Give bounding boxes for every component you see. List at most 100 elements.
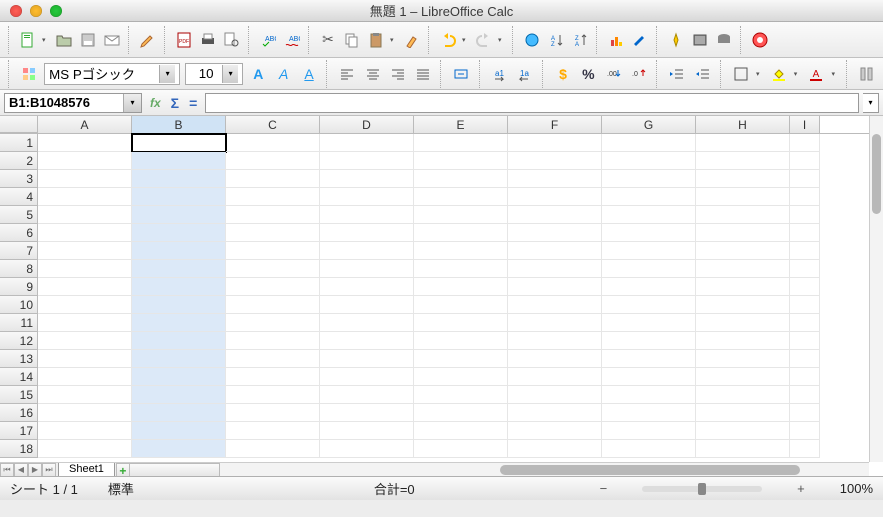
align-justify-icon[interactable] (413, 63, 433, 85)
cell-reference-input[interactable] (5, 94, 123, 112)
navigator-icon[interactable] (666, 30, 686, 50)
chart-icon[interactable] (606, 30, 626, 50)
font-size-input[interactable] (190, 65, 222, 83)
cell[interactable] (696, 152, 790, 170)
show-draw-functions-icon[interactable] (630, 30, 650, 50)
cell[interactable] (414, 404, 508, 422)
cell[interactable] (320, 386, 414, 404)
paste-icon[interactable] (366, 30, 386, 50)
cell[interactable] (790, 188, 820, 206)
cell[interactable] (226, 296, 320, 314)
hyperlink-icon[interactable] (522, 30, 542, 50)
cell[interactable] (508, 134, 602, 152)
align-center-icon[interactable] (362, 63, 382, 85)
row-header[interactable]: 2 (0, 152, 38, 170)
autospellcheck-icon[interactable]: ABC (282, 30, 302, 50)
cell[interactable] (132, 386, 226, 404)
cell[interactable] (696, 134, 790, 152)
cell[interactable] (602, 404, 696, 422)
cell[interactable] (696, 278, 790, 296)
cell[interactable] (38, 404, 132, 422)
cell[interactable] (508, 278, 602, 296)
cell[interactable] (508, 404, 602, 422)
cell[interactable] (602, 170, 696, 188)
tab-splitter[interactable] (130, 463, 220, 477)
cell[interactable] (320, 152, 414, 170)
cell[interactable] (226, 188, 320, 206)
cell[interactable] (132, 170, 226, 188)
cell[interactable] (696, 188, 790, 206)
row-header[interactable]: 6 (0, 224, 38, 242)
cell[interactable] (320, 440, 414, 458)
cell[interactable] (320, 350, 414, 368)
chevron-down-icon[interactable]: ▾ (123, 94, 141, 112)
copy-icon[interactable] (342, 30, 362, 50)
cell[interactable] (696, 170, 790, 188)
print-preview-icon[interactable] (222, 30, 242, 50)
row-header[interactable]: 15 (0, 386, 38, 404)
new-doc-icon[interactable] (18, 30, 38, 50)
font-name-combo[interactable]: ▾ (44, 63, 180, 85)
cell[interactable] (508, 224, 602, 242)
cell[interactable] (38, 188, 132, 206)
zoom-in-icon[interactable]: + (792, 481, 810, 496)
cell[interactable] (38, 368, 132, 386)
cell[interactable] (132, 440, 226, 458)
redo-dropdown-icon[interactable]: ▾ (498, 36, 506, 44)
cell[interactable] (38, 296, 132, 314)
currency-icon[interactable]: $ (553, 63, 573, 85)
column-header[interactable]: A (38, 116, 132, 133)
cell[interactable] (790, 242, 820, 260)
tab-last-icon[interactable]: ⏭ (42, 463, 56, 477)
cell[interactable] (226, 386, 320, 404)
print-icon[interactable] (198, 30, 218, 50)
row-header[interactable]: 14 (0, 368, 38, 386)
fill-color-icon[interactable] (768, 63, 788, 85)
cell[interactable] (508, 206, 602, 224)
cell[interactable] (790, 260, 820, 278)
cell[interactable] (414, 296, 508, 314)
open-icon[interactable] (54, 30, 74, 50)
cell[interactable] (226, 260, 320, 278)
column-header[interactable]: H (696, 116, 790, 133)
cell[interactable] (696, 386, 790, 404)
spellcheck-icon[interactable]: ABC (258, 30, 278, 50)
column-header[interactable]: G (602, 116, 696, 133)
cell[interactable] (132, 206, 226, 224)
cell[interactable] (790, 314, 820, 332)
cell[interactable] (320, 368, 414, 386)
cell[interactable] (602, 260, 696, 278)
chevron-down-icon[interactable]: ▾ (222, 65, 238, 83)
edit-icon[interactable] (138, 30, 158, 50)
cell[interactable] (38, 278, 132, 296)
cell[interactable] (696, 332, 790, 350)
cell[interactable] (602, 134, 696, 152)
cell[interactable] (132, 350, 226, 368)
column-header[interactable]: I (790, 116, 820, 133)
zoom-slider-knob[interactable] (698, 483, 706, 495)
cell[interactable] (226, 134, 320, 152)
align-right-icon[interactable] (388, 63, 408, 85)
cell[interactable] (226, 152, 320, 170)
cell[interactable] (132, 314, 226, 332)
add-sheet-icon[interactable]: + (116, 463, 130, 477)
cell[interactable] (320, 332, 414, 350)
cell[interactable] (414, 368, 508, 386)
align-left-icon[interactable] (337, 63, 357, 85)
borders-icon[interactable] (731, 63, 751, 85)
sort-desc-icon[interactable]: ZA (570, 30, 590, 50)
cell[interactable] (414, 440, 508, 458)
cell[interactable] (226, 242, 320, 260)
column-header[interactable]: B (132, 116, 226, 133)
cell[interactable] (226, 278, 320, 296)
formula-expand-icon[interactable]: ▾ (863, 93, 879, 113)
cell[interactable] (38, 206, 132, 224)
cell[interactable] (508, 188, 602, 206)
cell[interactable] (602, 206, 696, 224)
cell[interactable] (696, 206, 790, 224)
cell[interactable] (414, 350, 508, 368)
cell[interactable] (38, 314, 132, 332)
cell[interactable] (414, 188, 508, 206)
cell-grid[interactable] (38, 134, 869, 462)
increase-indent-icon[interactable] (692, 63, 712, 85)
